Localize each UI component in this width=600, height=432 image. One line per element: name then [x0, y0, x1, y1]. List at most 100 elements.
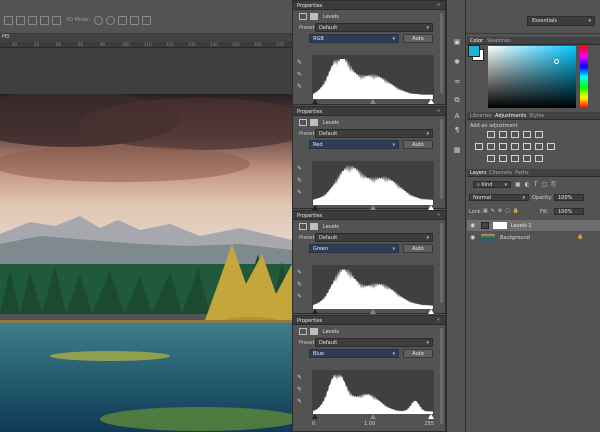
channel-select[interactable]: RGB ▾ [309, 34, 399, 43]
preset-select[interactable]: Default ▾ [315, 338, 433, 347]
lock-icons[interactable]: ▦✎⊕▢🔒 [483, 208, 529, 216]
panel-header[interactable]: Properties « [293, 211, 445, 220]
opacity-field[interactable]: 100% [554, 194, 584, 201]
paragraph-icon[interactable]: ¶ [452, 126, 462, 134]
scrollbar[interactable] [440, 119, 443, 199]
photo-filter-icon[interactable] [523, 143, 531, 150]
selective-color-icon[interactable] [535, 155, 543, 162]
invert-icon[interactable] [487, 155, 495, 162]
input-sliders[interactable] [312, 99, 434, 104]
scrollbar[interactable] [440, 13, 443, 93]
workspace-select[interactable]: Essentials ▾ [527, 16, 595, 26]
tab-libraries[interactable]: Libraries [470, 113, 492, 119]
preset-select[interactable]: Default ▾ [315, 129, 433, 138]
input-black-value[interactable]: 0 [312, 421, 315, 427]
eye-icon[interactable]: ◉ [470, 234, 475, 241]
panel-header[interactable]: Properties « [293, 1, 445, 10]
eyedropper-gray-icon[interactable]: ✎ [297, 281, 305, 290]
collapse-icon[interactable]: « [437, 212, 441, 218]
pan-3d-icon[interactable] [118, 16, 127, 25]
tab-swatches[interactable]: Swatches [487, 38, 511, 44]
canvas-image[interactable] [0, 94, 292, 432]
eyedropper-black-icon[interactable]: ✎ [297, 165, 305, 174]
hue-saturation-icon[interactable] [487, 143, 495, 150]
mask-icon[interactable] [310, 13, 318, 20]
eyedropper-black-icon[interactable]: ✎ [297, 59, 305, 68]
eyedropper-white-icon[interactable]: ✎ [297, 83, 305, 92]
exposure-icon[interactable] [523, 131, 531, 138]
hue-slider[interactable] [580, 46, 588, 108]
brightness-contrast-icon[interactable] [487, 131, 495, 138]
distribute-icon[interactable] [40, 16, 49, 25]
input-gamma-value[interactable]: 1.00 [364, 421, 375, 427]
layer-row-background[interactable]: ◉ Background 🔒 [467, 232, 600, 243]
gradient-map-icon[interactable] [523, 155, 531, 162]
layer-filter-icons[interactable]: ▣◐T▢⎘ [515, 181, 595, 189]
move-tool-icon[interactable] [4, 16, 13, 25]
auto-button[interactable]: Auto [403, 34, 433, 43]
collapse-icon[interactable]: « [437, 108, 441, 114]
gradient-triangle-icon[interactable] [535, 131, 543, 138]
clone-source-icon[interactable]: ⧉ [452, 96, 462, 105]
color-lookup-icon[interactable] [547, 143, 555, 150]
blend-mode-select[interactable]: Normal ▾ [469, 194, 529, 201]
fill-field[interactable]: 100% [554, 208, 584, 215]
tab-adjustments[interactable]: Adjustments [495, 113, 526, 119]
auto-button[interactable]: Auto [403, 349, 433, 358]
mask-icon[interactable] [310, 328, 318, 335]
color-field[interactable] [488, 46, 576, 108]
actions-icon[interactable]: ✱ [452, 58, 462, 66]
eyedropper-gray-icon[interactable]: ✎ [297, 71, 305, 80]
roll-3d-icon[interactable] [106, 16, 115, 25]
scrollbar[interactable] [440, 328, 443, 424]
layer-mask-thumbnail[interactable] [493, 222, 507, 229]
orbit-3d-icon[interactable] [94, 16, 103, 25]
input-sliders[interactable] [312, 414, 434, 419]
auto-button[interactable]: Auto [403, 140, 433, 149]
tab-color[interactable]: Color [470, 38, 483, 44]
scale-3d-icon[interactable] [142, 16, 151, 25]
auto-button[interactable]: Auto [403, 244, 433, 253]
align-left-icon[interactable] [16, 16, 25, 25]
layer-row-levels[interactable]: ◉ Levels 1 [467, 220, 600, 231]
tab-channels[interactable]: Channels [489, 170, 512, 176]
collapse-icon[interactable]: « [437, 317, 441, 323]
eyedropper-white-icon[interactable]: ✎ [297, 398, 305, 407]
properties-icon[interactable]: ▦ [452, 146, 462, 154]
vibrance-icon[interactable] [475, 143, 483, 150]
threshold-icon[interactable] [511, 155, 519, 162]
slide-3d-icon[interactable] [130, 16, 139, 25]
channel-select[interactable]: Blue ▾ [309, 349, 399, 358]
levels-adjust-icon[interactable] [499, 131, 507, 138]
channel-select[interactable]: Green ▾ [309, 244, 399, 253]
black-white-icon[interactable] [511, 143, 519, 150]
tab-styles[interactable]: Styles [529, 113, 544, 119]
preset-select[interactable]: Default ▾ [315, 233, 433, 242]
preset-select[interactable]: Default ▾ [315, 23, 433, 32]
align-center-icon[interactable] [28, 16, 37, 25]
align-right-icon[interactable] [52, 16, 61, 25]
panel-header[interactable]: Properties « [293, 107, 445, 116]
foreground-color-swatch[interactable] [468, 45, 480, 57]
eyedropper-white-icon[interactable]: ✎ [297, 293, 305, 302]
character-icon[interactable]: A [452, 112, 462, 120]
eyedropper-white-icon[interactable]: ✎ [297, 189, 305, 198]
eyedropper-gray-icon[interactable]: ✎ [297, 386, 305, 395]
mask-icon[interactable] [310, 119, 318, 126]
tab-layers[interactable]: Layers [470, 170, 487, 176]
collapse-icon[interactable]: « [437, 2, 441, 8]
brush-icon[interactable]: ♒ [452, 78, 462, 86]
layer-name[interactable]: Background [500, 235, 530, 241]
eye-icon[interactable]: ◉ [470, 222, 475, 229]
scrollbar[interactable] [440, 223, 443, 303]
channel-select[interactable]: Red ▾ [309, 140, 399, 149]
tab-paths[interactable]: Paths [515, 170, 529, 176]
input-sliders[interactable] [312, 309, 434, 314]
mask-icon[interactable] [310, 223, 318, 230]
posterize-icon[interactable] [499, 155, 507, 162]
channel-mixer-icon[interactable] [535, 143, 543, 150]
input-white-value[interactable]: 255 [424, 421, 434, 427]
layer-name[interactable]: Levels 1 [511, 223, 532, 229]
color-picker-handle[interactable] [554, 59, 559, 64]
curves-icon[interactable] [511, 131, 519, 138]
